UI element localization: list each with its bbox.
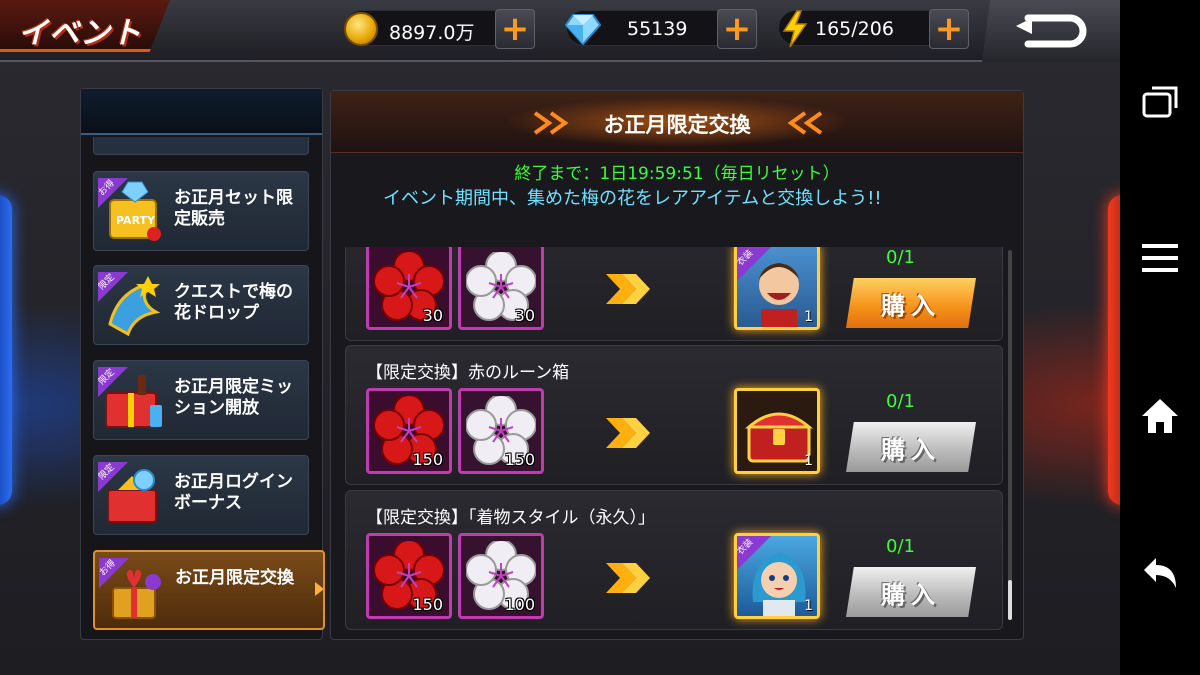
cost-quantity: 150 [504,450,535,469]
red-plum-cost: 30 [366,247,452,330]
sidebar-item-quest-drop[interactable]: 限定 クエストで梅の花ドロップ [93,265,309,345]
cost-quantity: 150 [412,450,443,469]
white-plum-cost: 150 [458,388,544,474]
add-gem-button[interactable]: + [717,9,757,49]
event-description: イベント期間中、集めた梅の花をレアアイテムと交換しよう!! [383,188,882,209]
back-button[interactable] [982,0,1120,62]
gem-value: 55139 [627,18,688,40]
reward-quantity: 1 [804,598,813,614]
coin-icon [341,9,381,49]
reward-costume[interactable]: 衣装 1 [734,247,820,330]
nav-back-icon[interactable] [1140,554,1180,594]
gem-counter: 55139 + [563,9,757,49]
sidebar-item-new-year-set[interactable]: PARTY お得 お正月セット限定販売 [93,171,309,251]
panel-title: お正月限定交換 [603,113,751,137]
stamina-value: 165/206 [815,18,894,40]
sidebar-item-label: お正月セット限定販売 [174,188,293,229]
scrollbar-thumb[interactable] [1008,580,1012,620]
menu-icon[interactable] [1140,238,1180,278]
svg-text:PARTY: PARTY [116,214,156,227]
exchange-row-title: 【限定交換】赤のルーン箱 [366,363,570,383]
top-bar: イベント 8897.0万 + 55139 + 165/206 + [0,0,1120,62]
game-screen: イベント 8897.0万 + 55139 + 165/206 + PARTY お… [0,0,1120,675]
purchase-count: 0/1 [886,247,915,268]
stamina-counter: 165/206 + [775,9,969,49]
red-plum-cost: 150 [366,533,452,619]
menu-item-partial[interactable] [93,137,309,155]
sidebar-item-label: お正月限定交換 [175,568,294,588]
lightning-icon [775,9,815,49]
reward-rune-chest[interactable]: 1 [734,388,820,474]
gift-exchange-icon: お得 [99,558,169,626]
panel-title-bar: お正月限定交換 [331,91,1023,153]
event-header: イベント [0,0,170,52]
sidebar-item-label: クエストで梅の花ドロップ [174,282,293,323]
add-coin-button[interactable]: + [495,9,535,49]
home-icon[interactable] [1140,396,1180,436]
add-stamina-button[interactable]: + [929,9,969,49]
white-plum-cost: 30 [458,247,544,330]
double-chevron-icon [606,563,650,593]
event-list-panel: PARTY お得 お正月セット限定販売 限定 クエストで梅の花ドロップ 限定 お… [80,88,325,640]
exchange-row-title: 【限定交換】「着物スタイル（永久）」 [366,508,655,528]
sidebar-item-label: お正月限定ミッション開放 [174,377,293,418]
back-icon [1016,14,1087,48]
exchange-row: 【限定交換】赤のルーン箱 150 150 1 0/1 購入 [345,345,1003,485]
exchange-panel: お正月限定交換 終了まで：1日19:59:51（毎日リセット） イベント期間中、… [330,90,1024,640]
sidebar-item-exchange[interactable]: お得 お正月限定交換 [93,550,325,630]
gift-box-icon: 限定 [98,367,168,435]
page-title: イベント [18,16,142,51]
buy-button[interactable]: 購入 [846,278,976,328]
exchange-row: 30 30 衣装 1 0/1 購入 [345,247,1003,341]
gem-icon [563,9,603,49]
purchase-count: 0/1 [886,391,915,412]
buy-button[interactable]: 購入 [846,422,976,472]
side-glow-right [1108,195,1120,505]
sidebar-item-login-bonus[interactable]: 限定 お正月ログインボーナス [93,455,309,535]
cost-quantity: 100 [504,595,535,614]
list-scrollbar[interactable] [1008,250,1012,620]
cost-quantity: 150 [412,595,443,614]
buy-button[interactable]: 購入 [846,567,976,617]
party-gift-icon: PARTY お得 [98,178,168,246]
active-indicator-icon [315,582,324,596]
side-glow-left [0,195,12,505]
exchange-row: 【限定交換】「着物スタイル（永久）」 150 100 衣装 1 0/1 購入 [345,490,1003,630]
login-gift-icon: 限定 [98,462,168,530]
reward-quantity: 1 [804,309,813,325]
quest-flag-icon: 限定 [98,272,168,340]
reward-quantity: 1 [804,453,813,469]
system-nav-bar [1120,0,1200,675]
red-plum-cost: 150 [366,388,452,474]
double-chevron-icon [606,274,650,304]
exchange-list[interactable]: 30 30 衣装 1 0/1 購入 【限定交換】赤のルーン箱 150 150 1… [345,247,1007,633]
double-chevron-icon [606,418,650,448]
countdown-timer: 終了まで：1日19:59:51（毎日リセット） [514,164,840,184]
sidebar-item-label: お正月ログインボーナス [174,472,293,513]
event-list-header [81,89,322,135]
reward-kimono-costume[interactable]: 衣装 1 [734,533,820,619]
purchase-count: 0/1 [886,536,915,557]
cost-quantity: 30 [514,306,535,325]
cost-quantity: 30 [422,306,443,325]
coin-counter: 8897.0万 + [341,9,535,49]
recent-apps-icon[interactable] [1140,80,1180,120]
coin-value: 8897.0万 [389,22,475,44]
white-plum-cost: 100 [458,533,544,619]
sidebar-item-missions[interactable]: 限定 お正月限定ミッション開放 [93,360,309,440]
